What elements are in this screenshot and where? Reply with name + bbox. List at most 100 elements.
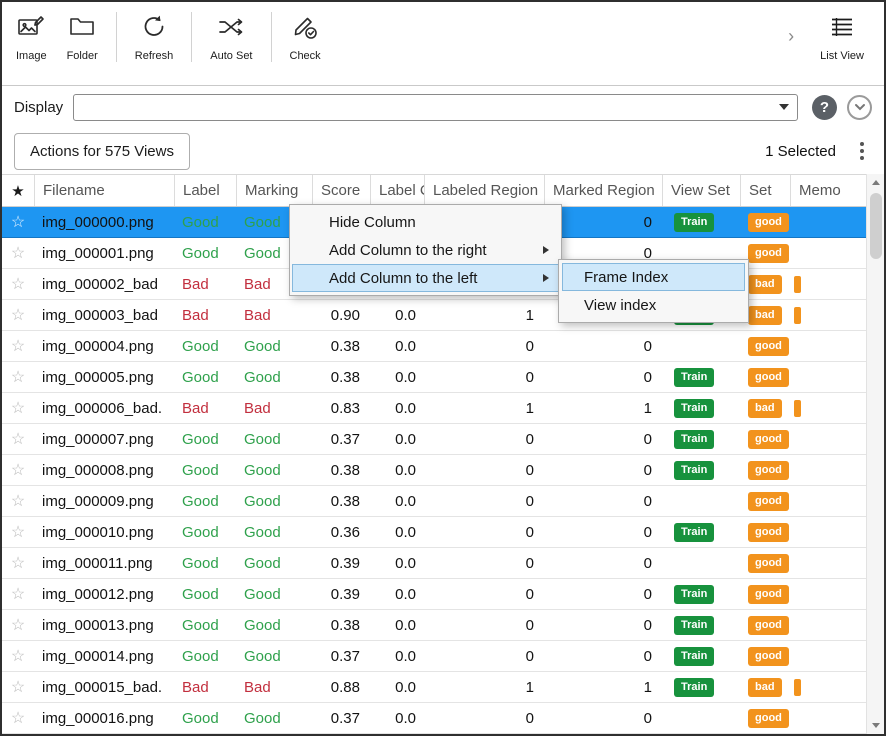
toolbar-overflow-chevron[interactable]: › xyxy=(788,26,794,47)
submenu-item-view-index[interactable]: View index xyxy=(562,291,745,319)
table-row[interactable]: ☆ img_000010.png Good Good 0.36 0.0 0 0 … xyxy=(2,517,866,548)
cell-marking: Bad xyxy=(236,679,312,696)
cell-score: 0.38 xyxy=(312,617,370,634)
menu-item-add-column-left[interactable]: Add Column to the left xyxy=(292,264,559,292)
star-icon[interactable]: ☆ xyxy=(11,708,25,728)
triangle-down-icon xyxy=(872,723,880,728)
cell-labeled-region: 0 xyxy=(424,648,544,665)
train-badge: Train xyxy=(674,647,714,665)
cell-marking: Good xyxy=(236,493,312,510)
refresh-icon xyxy=(139,12,169,42)
table-row[interactable]: ☆ img_000004.png Good Good 0.38 0.0 0 0 … xyxy=(2,331,866,362)
table-row[interactable]: ☆ img_000016.png Good Good 0.37 0.0 0 0 … xyxy=(2,703,866,734)
column-header-memo[interactable]: Memo xyxy=(790,175,866,206)
triangle-up-icon xyxy=(872,180,880,185)
cell-label: Good xyxy=(174,524,236,541)
cell-set: bad xyxy=(740,398,790,417)
table-row[interactable]: ☆ img_000014.png Good Good 0.37 0.0 0 0 … xyxy=(2,641,866,672)
star-icon[interactable]: ☆ xyxy=(11,491,25,511)
cell-filename: img_000007.png xyxy=(34,431,174,448)
star-icon[interactable]: ☆ xyxy=(11,336,25,356)
cell-label: Good xyxy=(174,245,236,262)
cell-label: Bad xyxy=(174,400,236,417)
star-icon[interactable]: ☆ xyxy=(11,677,25,697)
column-header-set[interactable]: Set xyxy=(740,175,790,206)
refresh-button[interactable]: Refresh xyxy=(125,10,184,62)
star-icon[interactable]: ☆ xyxy=(11,212,25,232)
table-row[interactable]: ☆ img_000013.png Good Good 0.38 0.0 0 0 … xyxy=(2,610,866,641)
cell-label-count: 0.0 xyxy=(370,462,424,479)
cell-marking: Bad xyxy=(236,400,312,417)
star-column-header[interactable]: ★ xyxy=(2,175,34,206)
train-badge: Train xyxy=(674,461,714,479)
column-header-view-set[interactable]: View Set xyxy=(662,175,740,206)
cell-score: 0.83 xyxy=(312,400,370,417)
table-row[interactable]: ☆ img_000011.png Good Good 0.39 0.0 0 0 … xyxy=(2,548,866,579)
cell-labeled-region: 0 xyxy=(424,555,544,572)
star-icon[interactable]: ☆ xyxy=(11,243,25,263)
set-badge: good xyxy=(748,244,789,262)
kebab-menu-icon[interactable] xyxy=(858,140,866,162)
cell-label: Good xyxy=(174,493,236,510)
cell-marking: Good xyxy=(236,586,312,603)
star-icon[interactable]: ☆ xyxy=(11,553,25,573)
cell-marked-region: 0 xyxy=(544,586,662,603)
column-header-filename[interactable]: Filename xyxy=(34,175,174,206)
image-button[interactable]: Image xyxy=(6,10,57,62)
cell-filename: img_000012.png xyxy=(34,586,174,603)
star-icon[interactable]: ☆ xyxy=(11,367,25,387)
star-icon[interactable]: ☆ xyxy=(11,584,25,604)
image-icon xyxy=(16,12,46,42)
set-badge: bad xyxy=(748,678,782,696)
cell-labeled-region: 0 xyxy=(424,586,544,603)
column-header-score[interactable]: Score xyxy=(312,175,370,206)
star-icon[interactable]: ☆ xyxy=(11,305,25,325)
star-icon[interactable]: ☆ xyxy=(11,429,25,449)
collapse-chevron-button[interactable] xyxy=(847,95,872,120)
star-icon[interactable]: ☆ xyxy=(11,274,25,294)
cell-set: good xyxy=(740,212,790,231)
scrollbar-thumb[interactable] xyxy=(870,193,882,259)
cell-label: Good xyxy=(174,710,236,727)
submenu-item-frame-index[interactable]: Frame Index xyxy=(562,263,745,291)
table-row[interactable]: ☆ img_000008.png Good Good 0.38 0.0 0 0 … xyxy=(2,455,866,486)
check-button[interactable]: Check xyxy=(280,10,331,62)
scroll-down-button[interactable] xyxy=(867,717,884,734)
column-header-label-count[interactable]: Label C xyxy=(370,175,424,206)
combobox-dropdown-arrow[interactable] xyxy=(771,95,797,120)
star-icon[interactable]: ☆ xyxy=(11,615,25,635)
cell-marked-region: 0 xyxy=(544,338,662,355)
submenu-arrow-icon xyxy=(543,246,549,254)
folder-button[interactable]: Folder xyxy=(57,10,108,62)
list-view-button[interactable]: List View xyxy=(810,10,874,62)
display-combobox[interactable] xyxy=(73,94,798,121)
submenu-arrow-icon xyxy=(543,274,549,282)
star-icon[interactable]: ☆ xyxy=(11,398,25,418)
table-row[interactable]: ☆ img_000012.png Good Good 0.39 0.0 0 0 … xyxy=(2,579,866,610)
column-header-marking[interactable]: Marking xyxy=(236,175,312,206)
table-row[interactable]: ☆ img_000006_bad. Bad Bad 0.83 0.0 1 1 T… xyxy=(2,393,866,424)
cell-filename: img_000001.png xyxy=(34,245,174,262)
vertical-scrollbar[interactable] xyxy=(866,174,884,734)
column-header-labeled-region[interactable]: Labeled Region xyxy=(424,175,544,206)
cell-set: good xyxy=(740,522,790,541)
cell-score: 0.38 xyxy=(312,369,370,386)
menu-item-add-column-right[interactable]: Add Column to the right xyxy=(292,236,559,264)
table-row[interactable]: ☆ img_000015_bad. Bad Bad 0.88 0.0 1 1 T… xyxy=(2,672,866,703)
help-button[interactable]: ? xyxy=(812,95,837,120)
star-icon[interactable]: ☆ xyxy=(11,646,25,666)
cell-filename: img_000008.png xyxy=(34,462,174,479)
column-header-label[interactable]: Label xyxy=(174,175,236,206)
toolbar-separator xyxy=(116,12,117,62)
column-header-marked-region[interactable]: Marked Region xyxy=(544,175,662,206)
menu-item-hide-column[interactable]: Hide Column xyxy=(292,208,559,236)
scroll-up-button[interactable] xyxy=(867,174,884,191)
star-icon[interactable]: ☆ xyxy=(11,522,25,542)
table-row[interactable]: ☆ img_000005.png Good Good 0.38 0.0 0 0 … xyxy=(2,362,866,393)
star-icon[interactable]: ☆ xyxy=(11,460,25,480)
auto-set-button[interactable]: Auto Set xyxy=(200,10,262,62)
cell-marked-region: 0 xyxy=(544,617,662,634)
table-row[interactable]: ☆ img_000009.png Good Good 0.38 0.0 0 0 … xyxy=(2,486,866,517)
table-row[interactable]: ☆ img_000007.png Good Good 0.37 0.0 0 0 … xyxy=(2,424,866,455)
actions-button[interactable]: Actions for 575 Views xyxy=(14,133,190,170)
